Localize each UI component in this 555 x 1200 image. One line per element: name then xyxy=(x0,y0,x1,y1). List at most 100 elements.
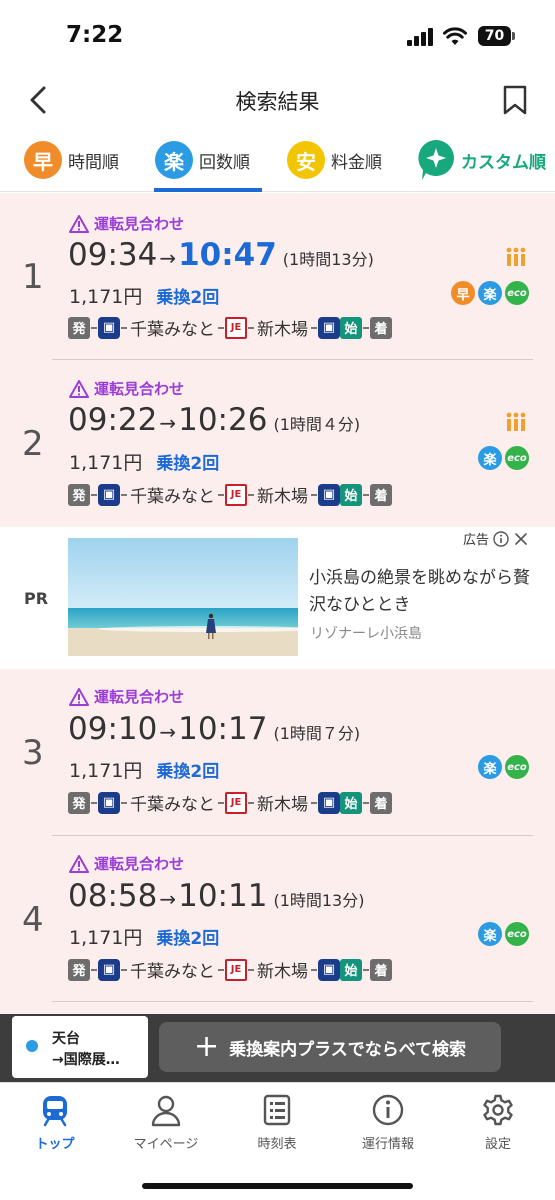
depart-mark: 発 xyxy=(68,316,90,339)
train-icon xyxy=(43,1096,67,1127)
train-icon: ▣ xyxy=(318,958,340,981)
header: 検索結果 xyxy=(0,72,555,128)
tab-label: 時間順 xyxy=(68,152,119,173)
result-rank: 4 xyxy=(22,900,44,940)
tab-label: 料金順 xyxy=(331,152,382,173)
result-item-3[interactable]: 3 運転見合わせ 09:10 → 10:17 (1時間７分) 1,171円 乗換… xyxy=(0,669,555,836)
transfer-count: 乗換2回 xyxy=(156,929,220,949)
crowd-icon xyxy=(506,247,526,266)
time-range: 08:58 → 10:11 (1時間13分) xyxy=(68,878,364,914)
nav-service-info[interactable]: 運行情報 xyxy=(338,1093,438,1152)
station-name: 新木場 xyxy=(257,795,308,815)
result-tags: 楽 eco xyxy=(478,446,529,470)
ad-label: 広告 xyxy=(463,529,529,548)
origin-mark: 始 xyxy=(340,483,362,506)
nav-label: 運行情報 xyxy=(361,1137,414,1152)
eco-tag-icon: eco xyxy=(505,281,529,305)
result-item-2[interactable]: 2 運転見合わせ 09:22 → 10:26 (1時間４分) 1,171円 乗換… xyxy=(0,360,555,527)
depart-time: 09:22 xyxy=(68,402,158,438)
arrive-mark: 着 xyxy=(370,316,392,339)
origin-mark: 始 xyxy=(340,791,362,814)
station-name: 千葉みなと xyxy=(130,487,215,507)
nav-top[interactable]: トップ xyxy=(5,1093,105,1152)
active-tab-indicator xyxy=(154,188,262,192)
ad-label-text: 広告 xyxy=(462,533,489,548)
compare-search-button[interactable]: + 乗換案内プラスでならべて検索 xyxy=(159,1022,501,1072)
train-icon: ▣ xyxy=(98,483,120,506)
result-item-1[interactable]: 1 運転見合わせ 09:34 → 10:47 (1時間13分) 1,171円 乗… xyxy=(0,193,555,360)
fast-badge-icon: 早 xyxy=(24,141,62,179)
warning-icon xyxy=(69,214,89,233)
nav-mypage[interactable]: マイページ xyxy=(116,1093,216,1152)
transfer-count: 乗換2回 xyxy=(156,762,220,782)
depart-time: 09:34 xyxy=(68,237,158,273)
arrow: → xyxy=(159,411,177,435)
ad-banner[interactable]: PR 広告 小浜島の絶景を眺めながら贅沢なひととき リゾナーレ小浜島 xyxy=(0,527,555,669)
page-title: 検索結果 xyxy=(235,90,320,114)
route-summary: 発 ▣ 千葉みなと JE 新木場 ▣ 始 着 xyxy=(68,315,392,340)
bookmark-icon[interactable] xyxy=(500,82,530,118)
info-icon xyxy=(372,1094,404,1126)
arrive-mark: 着 xyxy=(370,958,392,981)
pr-label: PR xyxy=(24,589,49,608)
result-rank: 2 xyxy=(22,424,44,464)
origin-mark: 始 xyxy=(340,316,362,339)
nav-label: 設定 xyxy=(484,1137,511,1152)
tab-label: 回数順 xyxy=(199,152,250,173)
station-name: 新木場 xyxy=(257,487,308,507)
line-je-icon: JE xyxy=(225,958,247,981)
arrive-time: 10:47 xyxy=(178,237,277,273)
nav-settings[interactable]: 設定 xyxy=(448,1093,548,1152)
time-range: 09:22 → 10:26 (1時間４分) xyxy=(68,402,360,438)
duration: (1時間７分) xyxy=(273,724,361,743)
warning-icon xyxy=(69,379,89,398)
warning-icon xyxy=(69,687,89,706)
easy-tag-icon: 楽 xyxy=(478,281,502,305)
tab-custom[interactable]: カスタム順 xyxy=(417,138,546,182)
line-je-icon: JE xyxy=(225,316,247,339)
train-icon: ▣ xyxy=(318,316,340,339)
duration: (1時間13分) xyxy=(282,250,374,269)
fare: 1,171円 xyxy=(69,760,143,782)
fare-line: 1,171円 乗換2回 xyxy=(69,756,219,783)
result-tags: 楽 eco xyxy=(478,755,529,779)
ad-sponsor: リゾナーレ小浜島 xyxy=(310,626,422,642)
ad-close-icon[interactable] xyxy=(513,531,529,547)
train-icon: ▣ xyxy=(98,958,120,981)
transfer-count: 乗換2回 xyxy=(156,288,220,308)
arrow: → xyxy=(159,720,177,744)
duration: (1時間４分) xyxy=(273,415,361,434)
status-bar: 7:22 70 xyxy=(0,0,555,72)
crowd-icon xyxy=(506,412,526,431)
location-dot-icon xyxy=(26,1040,38,1052)
fare-line: 1,171円 乗換2回 xyxy=(69,923,219,950)
train-icon: ▣ xyxy=(318,791,340,814)
result-rank: 1 xyxy=(22,257,44,297)
tab-time[interactable]: 早 時間順 xyxy=(24,138,119,182)
eco-tag-icon: eco xyxy=(505,922,529,946)
battery-indicator: 70 xyxy=(478,26,515,46)
notice-text: 運転見合わせ xyxy=(94,855,185,873)
tab-fare[interactable]: 安 料金順 xyxy=(287,138,382,182)
ad-title[interactable]: 小浜島の絶景を眺めながら贅沢なひととき xyxy=(309,565,539,619)
tab-transfers[interactable]: 楽 回数順 xyxy=(155,138,250,182)
notice-text: 運転見合わせ xyxy=(94,380,185,398)
route-summary-card[interactable]: 天台 →国際展… xyxy=(12,1016,148,1078)
easy-tag-icon: 楽 xyxy=(478,922,502,946)
ad-info-icon[interactable] xyxy=(493,530,509,547)
station-name: 千葉みなと xyxy=(130,795,215,815)
ad-image[interactable] xyxy=(68,538,298,656)
arrow: → xyxy=(159,246,177,270)
time-range: 09:10 → 10:17 (1時間７分) xyxy=(68,711,360,747)
nav-timetable[interactable]: 時刻表 xyxy=(227,1093,327,1152)
nav-label: トップ xyxy=(35,1137,75,1152)
service-notice: 運転見合わせ xyxy=(69,686,184,707)
result-item-4[interactable]: 4 運転見合わせ 08:58 → 10:11 (1時間13分) 1,171円 乗… xyxy=(0,836,555,1014)
fast-tag-icon: 早 xyxy=(451,281,475,305)
route-summary: 発 ▣ 千葉みなと JE 新木場 ▣ 始 着 xyxy=(68,790,392,815)
line-je-icon: JE xyxy=(225,791,247,814)
custom-sparkle-icon xyxy=(418,140,454,180)
signal-icon xyxy=(407,28,434,46)
arrive-mark: 着 xyxy=(370,791,392,814)
easy-tag-icon: 楽 xyxy=(478,755,502,779)
